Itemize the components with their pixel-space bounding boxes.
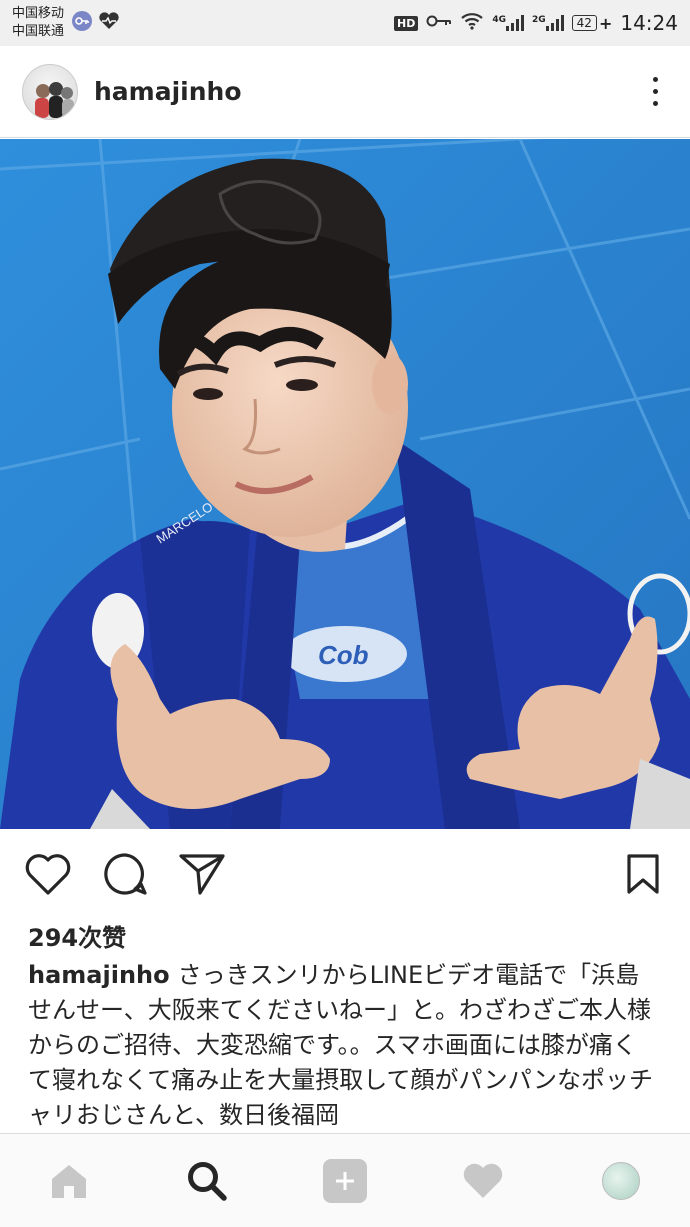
photo-illustration: Cob MARCELO GARCIA: [0, 139, 690, 829]
signal-1: 4G: [492, 15, 525, 31]
battery-indicator: 42 +: [571, 13, 613, 33]
heart-icon: [463, 1163, 503, 1198]
like-heart-icon[interactable]: [24, 852, 72, 896]
status-notification-icons: [72, 11, 120, 35]
user-avatar[interactable]: [22, 63, 78, 120]
nav-activity[interactable]: [453, 1151, 513, 1211]
search-icon: [188, 1161, 227, 1201]
wifi-icon: [460, 12, 484, 34]
network-type-2: 2G: [532, 15, 546, 25]
carrier-info: 中国移动 中国联通: [12, 5, 64, 41]
share-direct-icon[interactable]: [178, 851, 226, 897]
nav-search[interactable]: [177, 1151, 237, 1211]
bottom-navigation: [0, 1133, 690, 1227]
home-icon: [52, 1164, 86, 1198]
post-username[interactable]: hamajinho: [94, 77, 242, 106]
status-right: HD 4G 2G 42 + 14:24: [394, 11, 678, 35]
nav-profile[interactable]: [591, 1151, 651, 1211]
comment-icon[interactable]: [102, 851, 148, 897]
carrier-1: 中国移动: [12, 6, 65, 21]
add-icon: [323, 1158, 367, 1203]
network-type-1: 4G: [492, 15, 507, 25]
status-bar: 中国移动 中国联通 HD 4G 2G 42 + 14:24: [0, 0, 690, 46]
signal-bars-1-icon: [506, 15, 525, 31]
shirt-logo-text: Cob: [318, 640, 369, 670]
hd-badge: HD: [394, 15, 419, 31]
likes-count[interactable]: 294次赞: [28, 918, 126, 953]
post-photo[interactable]: Cob MARCELO GARCIA: [0, 139, 690, 829]
key-icon: [426, 14, 452, 32]
battery-level: 42: [571, 15, 597, 31]
signal-bars-2-icon: [545, 15, 564, 31]
profile-avatar: [602, 1161, 640, 1200]
post-actions: [0, 846, 690, 902]
clock: 14:24: [620, 11, 678, 35]
charging-plus-icon: +: [598, 13, 613, 33]
nav-home[interactable]: [39, 1151, 99, 1211]
post-caption: hamajinho さっきスンリからLINEビデオ電話で「浜島せんせー、大阪来てく…: [28, 958, 658, 1128]
bookmark-icon[interactable]: [626, 853, 660, 895]
signal-2: 2G: [532, 15, 564, 31]
nav-add[interactable]: [315, 1151, 375, 1211]
carrier-2: 中国联通: [12, 24, 65, 39]
health-heart-icon: [98, 11, 120, 35]
post-header: hamajinho: [0, 46, 690, 138]
more-options-icon[interactable]: [643, 69, 668, 114]
caption-username[interactable]: hamajinho: [28, 961, 170, 989]
vpn-key-icon: [72, 11, 93, 35]
